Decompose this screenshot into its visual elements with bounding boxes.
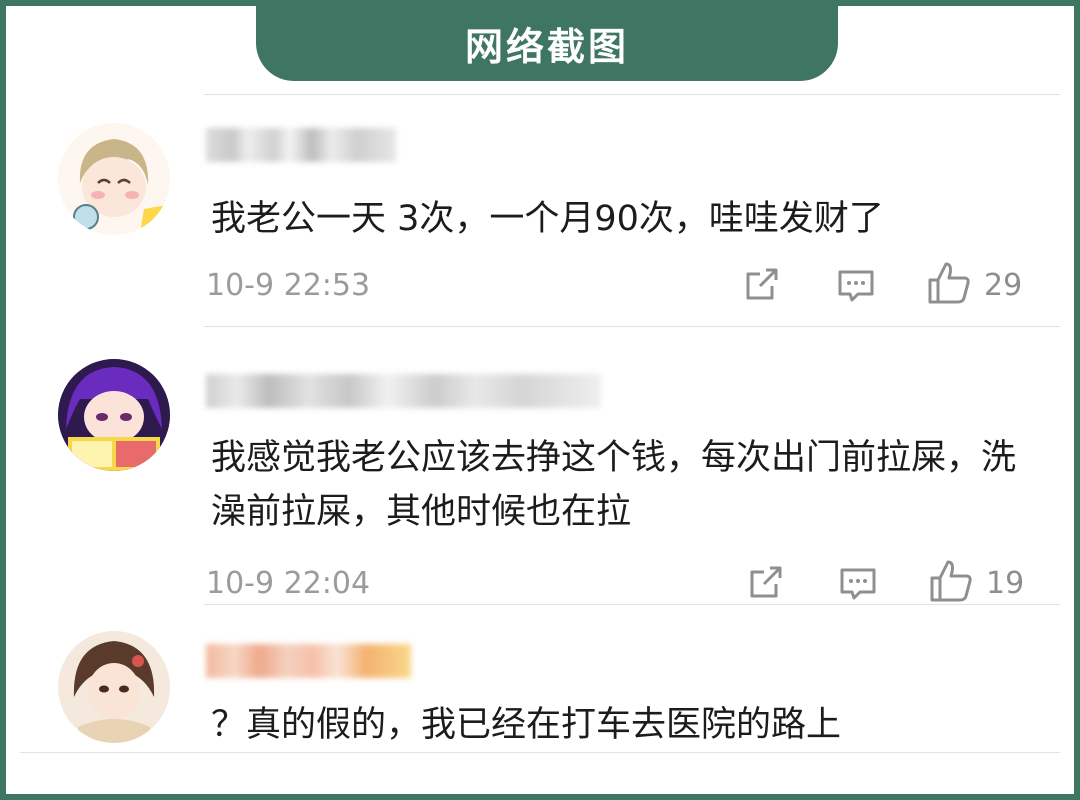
- thumbs-up-icon[interactable]: [928, 558, 974, 608]
- avatar[interactable]: [58, 123, 170, 235]
- divider: [204, 94, 1060, 95]
- timestamp: 10-9 22:04: [206, 566, 371, 601]
- share-icon[interactable]: [746, 562, 786, 606]
- like-count: 29: [984, 268, 1023, 303]
- divider: [204, 604, 1060, 605]
- header-tab: 网络截图: [256, 6, 838, 81]
- comment-text: ？真的假的，我已经在打车去医院的路上: [211, 705, 842, 745]
- comment-card: 网络截图 我老公一天 3次，一个月90次，哇哇发财了 10-9 22:53 29: [6, 6, 1074, 794]
- comment-text: 我感觉我老公应该去挣这个钱，每次出门前拉屎，洗澡前拉屎，其他时候也在拉: [211, 438, 1017, 532]
- divider: [204, 326, 1060, 327]
- like-count: 19: [986, 566, 1025, 601]
- comment-icon[interactable]: [836, 266, 876, 310]
- avatar[interactable]: [58, 631, 170, 743]
- timestamp: 10-9 22:53: [206, 268, 371, 303]
- username-blurred[interactable]: [206, 128, 396, 162]
- username-blurred[interactable]: [206, 374, 601, 408]
- divider: [20, 752, 1060, 753]
- avatar[interactable]: [58, 359, 170, 471]
- username-blurred[interactable]: [206, 644, 411, 678]
- comment-text: 我老公一天 3次，一个月90次，哇哇发财了: [211, 199, 884, 239]
- share-icon[interactable]: [742, 264, 782, 308]
- comment-icon[interactable]: [838, 564, 878, 608]
- page-title: 网络截图: [464, 25, 629, 69]
- thumbs-up-icon[interactable]: [926, 260, 972, 310]
